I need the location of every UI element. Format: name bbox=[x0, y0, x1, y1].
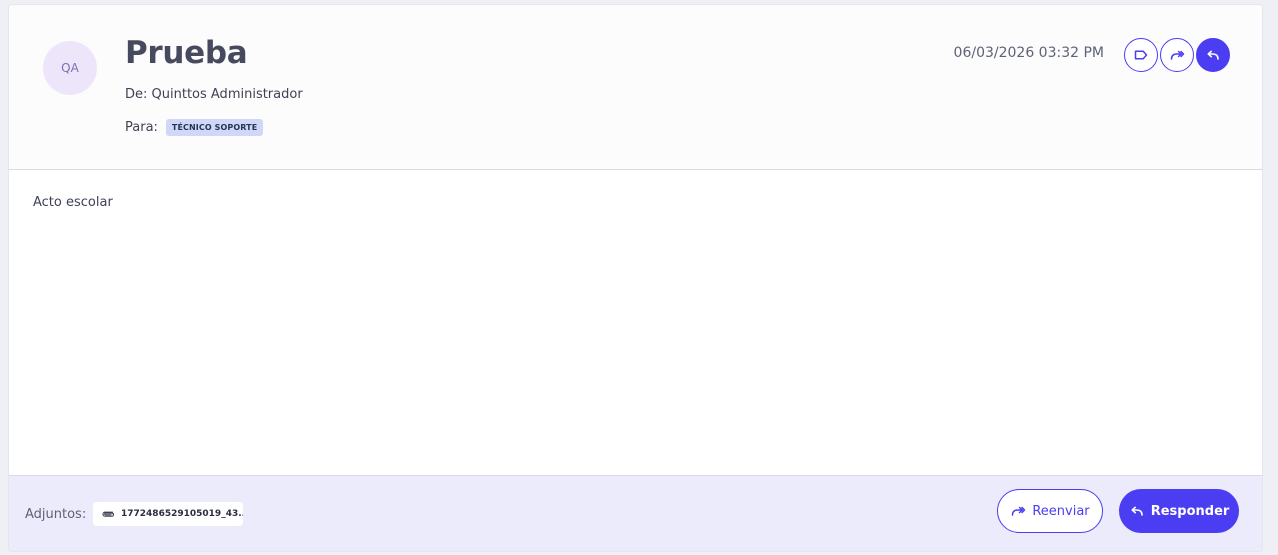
message-header: QA Prueba De: Quinttos Administrador Par… bbox=[9, 5, 1262, 170]
reply-button-label: Responder bbox=[1150, 503, 1230, 519]
reply-icon bbox=[1205, 47, 1221, 63]
avatar: QA bbox=[43, 41, 97, 95]
message-card: QA Prueba De: Quinttos Administrador Par… bbox=[8, 4, 1263, 552]
forward-icon bbox=[1010, 503, 1026, 519]
message-subject: Prueba bbox=[125, 35, 248, 71]
forward-button[interactable] bbox=[1160, 38, 1194, 72]
label-button[interactable] bbox=[1124, 38, 1158, 72]
paperclip-icon bbox=[101, 509, 115, 519]
attachment-chip[interactable]: 1772486529105019_43... bbox=[93, 502, 243, 526]
message-date: 06/03/2026 03:32 PM bbox=[953, 45, 1104, 61]
tag-icon bbox=[1133, 47, 1149, 63]
reply-text-button[interactable]: Responder bbox=[1119, 489, 1239, 533]
recipients-label: Para: bbox=[125, 120, 158, 135]
recipients-line: Para: TÉCNICO SOPORTE bbox=[125, 119, 264, 136]
message-footer: Adjuntos: 1772486529105019_43... Reenvia… bbox=[9, 475, 1262, 551]
forward-icon bbox=[1169, 47, 1185, 63]
recipient-badge: TÉCNICO SOPORTE bbox=[165, 119, 264, 136]
message-body: Acto escolar bbox=[33, 195, 113, 210]
attachment-filename: 1772486529105019_43... bbox=[121, 509, 243, 519]
forward-button-label: Reenviar bbox=[1032, 503, 1090, 519]
reply-icon bbox=[1129, 503, 1145, 519]
sender-line: De: Quinttos Administrador bbox=[125, 87, 303, 102]
forward-text-button[interactable]: Reenviar bbox=[997, 489, 1103, 533]
attachments-label: Adjuntos: bbox=[25, 507, 87, 522]
reply-button[interactable] bbox=[1196, 38, 1230, 72]
